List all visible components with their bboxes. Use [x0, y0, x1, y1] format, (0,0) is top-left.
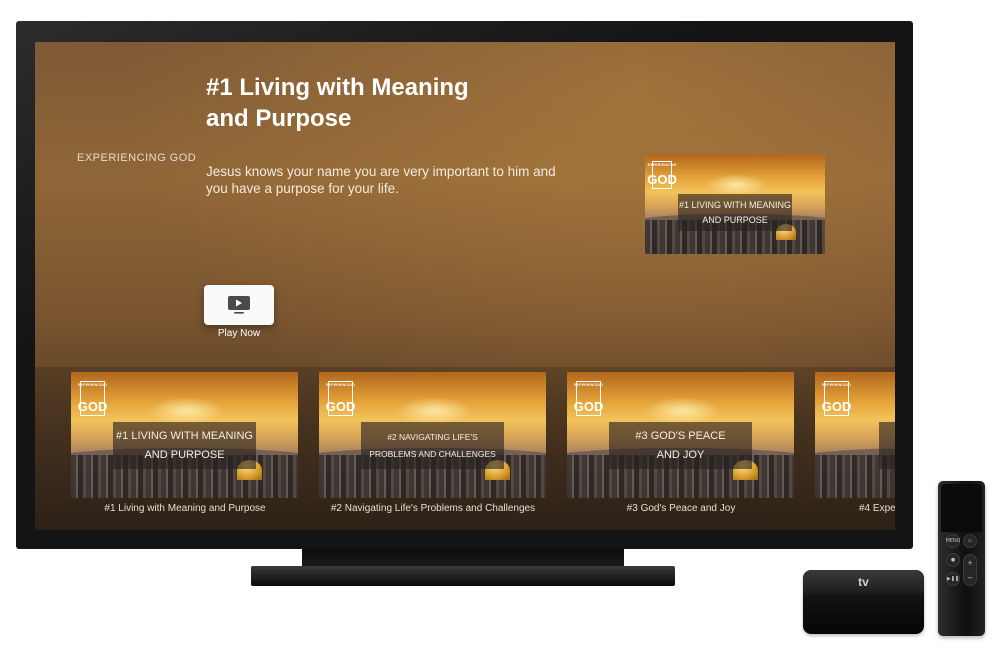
episode-title: #1 Living with Meaning and Purpose	[206, 74, 469, 132]
play-screen-icon	[228, 296, 250, 314]
episode-card-2[interactable]: EXPERIENCING GOD #2 NAVIGATING LIFE'S PROB…	[319, 372, 546, 498]
episode-caption-4: #4 Expe	[859, 503, 895, 514]
remote-tv-button: ▭	[963, 534, 977, 548]
experiencing-god-logo: EXPERIENCING GOD	[573, 380, 604, 417]
artwork-title-tag: #1 LIVING WITH MEANING AND PURPOSE	[678, 194, 792, 231]
experiencing-god-logo: EXPERIENCING GOD	[77, 380, 108, 417]
apple-tv-box: tv	[803, 570, 924, 634]
episode-description: Jesus knows your name you are very impor…	[206, 164, 556, 196]
remote-mic-button: ●	[946, 553, 960, 567]
episode-card-4[interactable]: EXPERIENCINGGOD #4G	[815, 372, 895, 498]
card-title-tag: #1 LIVING WITH MEANING AND PURPOSE	[112, 422, 257, 469]
tv-screen: EXPERIENCING GOD #1 Living with Meaning …	[35, 42, 895, 530]
hero-artwork: EXPERIENCING GOD #1 LIVING WITH MEANING …	[645, 154, 825, 254]
remote-touch-surface	[941, 484, 982, 532]
siri-remote: MENU ▭ ● ▶❚❚ + −	[938, 481, 985, 636]
episode-caption-3: #3 God's Peace and Joy	[626, 503, 736, 514]
volume-up-icon: +	[967, 558, 973, 567]
episode-caption-2: #2 Navigating Life's Problems and Challe…	[330, 503, 536, 514]
episode-caption-1: #1 Living with Meaning and Purpose	[104, 503, 266, 514]
remote-play-pause-button: ▶❚❚	[946, 572, 960, 586]
experiencing-god-logo: EXPERIENCING GOD	[821, 380, 852, 417]
episode-card-3[interactable]: EXPERIENCING GOD #3 GOD'S PEACE AND JOY	[567, 372, 794, 498]
experiencing-god-logo: EXPERIENCING GOD	[325, 380, 356, 417]
apple-tv-logo: tv	[858, 575, 869, 589]
remote-volume-rocker: + −	[963, 554, 977, 586]
show-brand-label: EXPERIENCING GOD	[77, 152, 197, 164]
volume-down-icon: −	[967, 573, 973, 582]
play-now-button[interactable]	[204, 285, 274, 325]
remote-menu-button: MENU	[946, 534, 960, 548]
card-title-tag: #3 GOD'S PEACE AND JOY	[608, 422, 753, 469]
card-title-tag: #2 NAVIGATING LIFE'S PROBLEMS AND CHALLEN…	[360, 422, 505, 469]
play-now-label: Play Now	[217, 328, 261, 339]
card-title-tag: #4G	[878, 422, 895, 469]
episode-card-1[interactable]: EXPERIENCING GOD #1 LIVING WITH MEANING AN…	[71, 372, 298, 498]
tv-stand-base	[251, 566, 675, 586]
experiencing-god-logo: EXPERIENCING GOD	[647, 161, 677, 189]
